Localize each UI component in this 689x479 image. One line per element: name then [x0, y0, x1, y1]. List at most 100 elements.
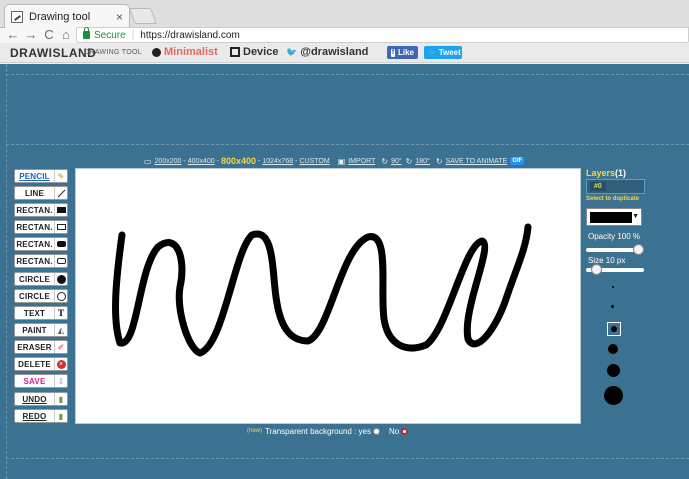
pencil-icon: ✎	[54, 170, 67, 182]
transparent-no-label: No	[389, 426, 400, 436]
tab-title: Drawing tool	[29, 10, 91, 23]
canvas-drawing	[112, 223, 532, 357]
opacity-value: 100 %	[617, 232, 641, 241]
tool-save-button[interactable]: SAVE ⇩	[14, 374, 68, 388]
pencil-stroke	[112, 223, 532, 357]
twitter-link[interactable]: 🐦 @drawisland	[286, 46, 368, 58]
tool-paint-button[interactable]: PAINT ◭	[14, 323, 68, 337]
brush-size-1[interactable]	[612, 286, 614, 288]
tool-circle-button[interactable]: CIRCLE	[14, 289, 68, 303]
tool-rectan-button[interactable]: RECTAN.	[14, 237, 68, 251]
url-text[interactable]: https://drawisland.com	[140, 30, 240, 41]
import-link[interactable]: IMPORT	[348, 158, 375, 165]
tool-rectan-button[interactable]: RECTAN.	[14, 254, 68, 268]
tool-delete-button[interactable]: DELETE ×	[14, 357, 68, 371]
rotate-90-link[interactable]: 90°	[391, 158, 402, 165]
omnibox-separator: |	[131, 29, 135, 41]
tool-pencil-button[interactable]: PENCIL ✎	[14, 169, 68, 183]
tool-redo-button[interactable]: REDO ▮	[14, 409, 68, 423]
rect-outline-icon	[54, 221, 67, 233]
eraser-icon: ✐	[54, 341, 67, 353]
brush-size-3-selected[interactable]	[607, 322, 621, 336]
tool-label: PAINT	[22, 325, 47, 335]
tweet-button[interactable]: 🐦 Tweet	[424, 46, 462, 59]
brush-size-4[interactable]	[608, 344, 618, 354]
browser-tabstrip: Drawing tool ×	[0, 0, 689, 28]
tool-rectan-button[interactable]: RECTAN.	[14, 220, 68, 234]
drawing-canvas[interactable]	[75, 168, 581, 424]
size-option-custom[interactable]: CUSTOM	[299, 158, 329, 165]
tool-rectan-button[interactable]: RECTAN.	[14, 203, 68, 217]
guide-line	[6, 74, 689, 75]
new-tab-button[interactable]	[129, 8, 157, 24]
facebook-like-button[interactable]: f Like	[387, 46, 418, 59]
secure-label: Secure	[94, 29, 126, 41]
size-slider[interactable]	[586, 264, 644, 275]
opacity-slider-knob[interactable]	[633, 244, 644, 255]
color-picker[interactable]: ▼	[586, 208, 642, 226]
text-icon: T	[54, 307, 67, 319]
opacity-label: Opacity 100 %	[588, 232, 641, 241]
circle-outline-icon	[54, 290, 67, 302]
forward-arrow-icon[interactable]: →	[24, 28, 38, 42]
transparent-label: Transparent background : yes	[265, 426, 371, 436]
color-swatch	[590, 212, 632, 223]
layers-title: Layers(1)	[586, 168, 627, 178]
undo-icon: ▮	[54, 393, 67, 405]
tool-line-button[interactable]: LINE	[14, 186, 68, 200]
device-label: Device	[243, 46, 279, 58]
layer-item[interactable]: #0	[590, 182, 606, 191]
twitter-handle: @drawisland	[300, 46, 369, 58]
lock-icon	[83, 27, 90, 39]
reload-icon[interactable]: C	[42, 28, 56, 42]
size-slider-knob[interactable]	[590, 264, 602, 275]
opacity-slider[interactable]	[586, 244, 644, 255]
tool-text-button[interactable]: TEXT T	[14, 306, 68, 320]
tool-label: RECTAN.	[16, 256, 53, 266]
duplicate-hint: Select to duplicate	[586, 196, 640, 202]
browser-toolbar: ← → C ⌂ Secure | https://drawisland.com	[0, 27, 689, 43]
rotate-icon: ↻	[381, 156, 389, 166]
size-option-400[interactable]: 400x400	[188, 158, 215, 165]
device-link[interactable]: Device	[230, 46, 278, 58]
home-icon[interactable]: ⌂	[59, 28, 73, 42]
back-arrow-icon[interactable]: ←	[6, 28, 20, 42]
minimalist-link[interactable]: Minimalist	[152, 46, 218, 58]
tool-label: REDO	[22, 411, 47, 421]
size-option-current[interactable]: 800x400	[221, 156, 256, 166]
fb-like-label: Like	[397, 48, 414, 57]
brush-size-5[interactable]	[607, 364, 620, 377]
layers-list: #0	[586, 179, 645, 194]
address-bar[interactable]: Secure | https://drawisland.com	[76, 27, 689, 43]
dropdown-arrow-icon: ▼	[632, 213, 639, 220]
image-import-icon: ▣	[337, 156, 346, 166]
layers-count: (1)	[615, 168, 627, 178]
tool-undo-button[interactable]: UNDO ▮	[14, 392, 68, 406]
brush-size-6[interactable]	[604, 386, 623, 405]
tool-label: LINE	[24, 188, 45, 198]
tool-label: CIRCLE	[19, 274, 50, 284]
size-option-200[interactable]: 200x200	[155, 158, 182, 165]
close-icon[interactable]: ×	[116, 11, 123, 23]
save-to-animate-link[interactable]: SAVE TO ANIMATE	[446, 158, 508, 165]
tweet-bird-icon: 🐦	[428, 49, 437, 57]
rotate-180-link[interactable]: 180°	[415, 158, 429, 165]
transparent-yes-radio[interactable]	[373, 427, 380, 435]
site-header: DRAWISLAND DRAWING TOOL Minimalist Devic…	[0, 43, 689, 63]
tool-circle-button[interactable]: CIRCLE	[14, 272, 68, 286]
tool-eraser-button[interactable]: ERASER ✐	[14, 340, 68, 354]
size-option-1024[interactable]: 1024x768	[262, 158, 293, 165]
new-tag: (new)	[247, 428, 263, 434]
paint-bucket-icon: ◭	[54, 324, 67, 336]
animate-icon: ↻	[435, 156, 443, 166]
tool-label: CIRCLE	[19, 291, 50, 301]
rect-filled-icon	[54, 204, 67, 216]
canvas-size-bar: ▭ 200x200 - 400x400 - 800x400 - 1024x768…	[144, 156, 525, 166]
rotate-icon: ↻	[405, 156, 413, 166]
browser-tab[interactable]: Drawing tool ×	[4, 4, 130, 28]
tool-label: TEXT	[23, 308, 46, 318]
brush-size-2[interactable]	[611, 305, 614, 308]
transparent-no-radio[interactable]	[401, 427, 409, 435]
save-icon: ⇩	[54, 375, 67, 387]
device-icon	[230, 47, 240, 57]
